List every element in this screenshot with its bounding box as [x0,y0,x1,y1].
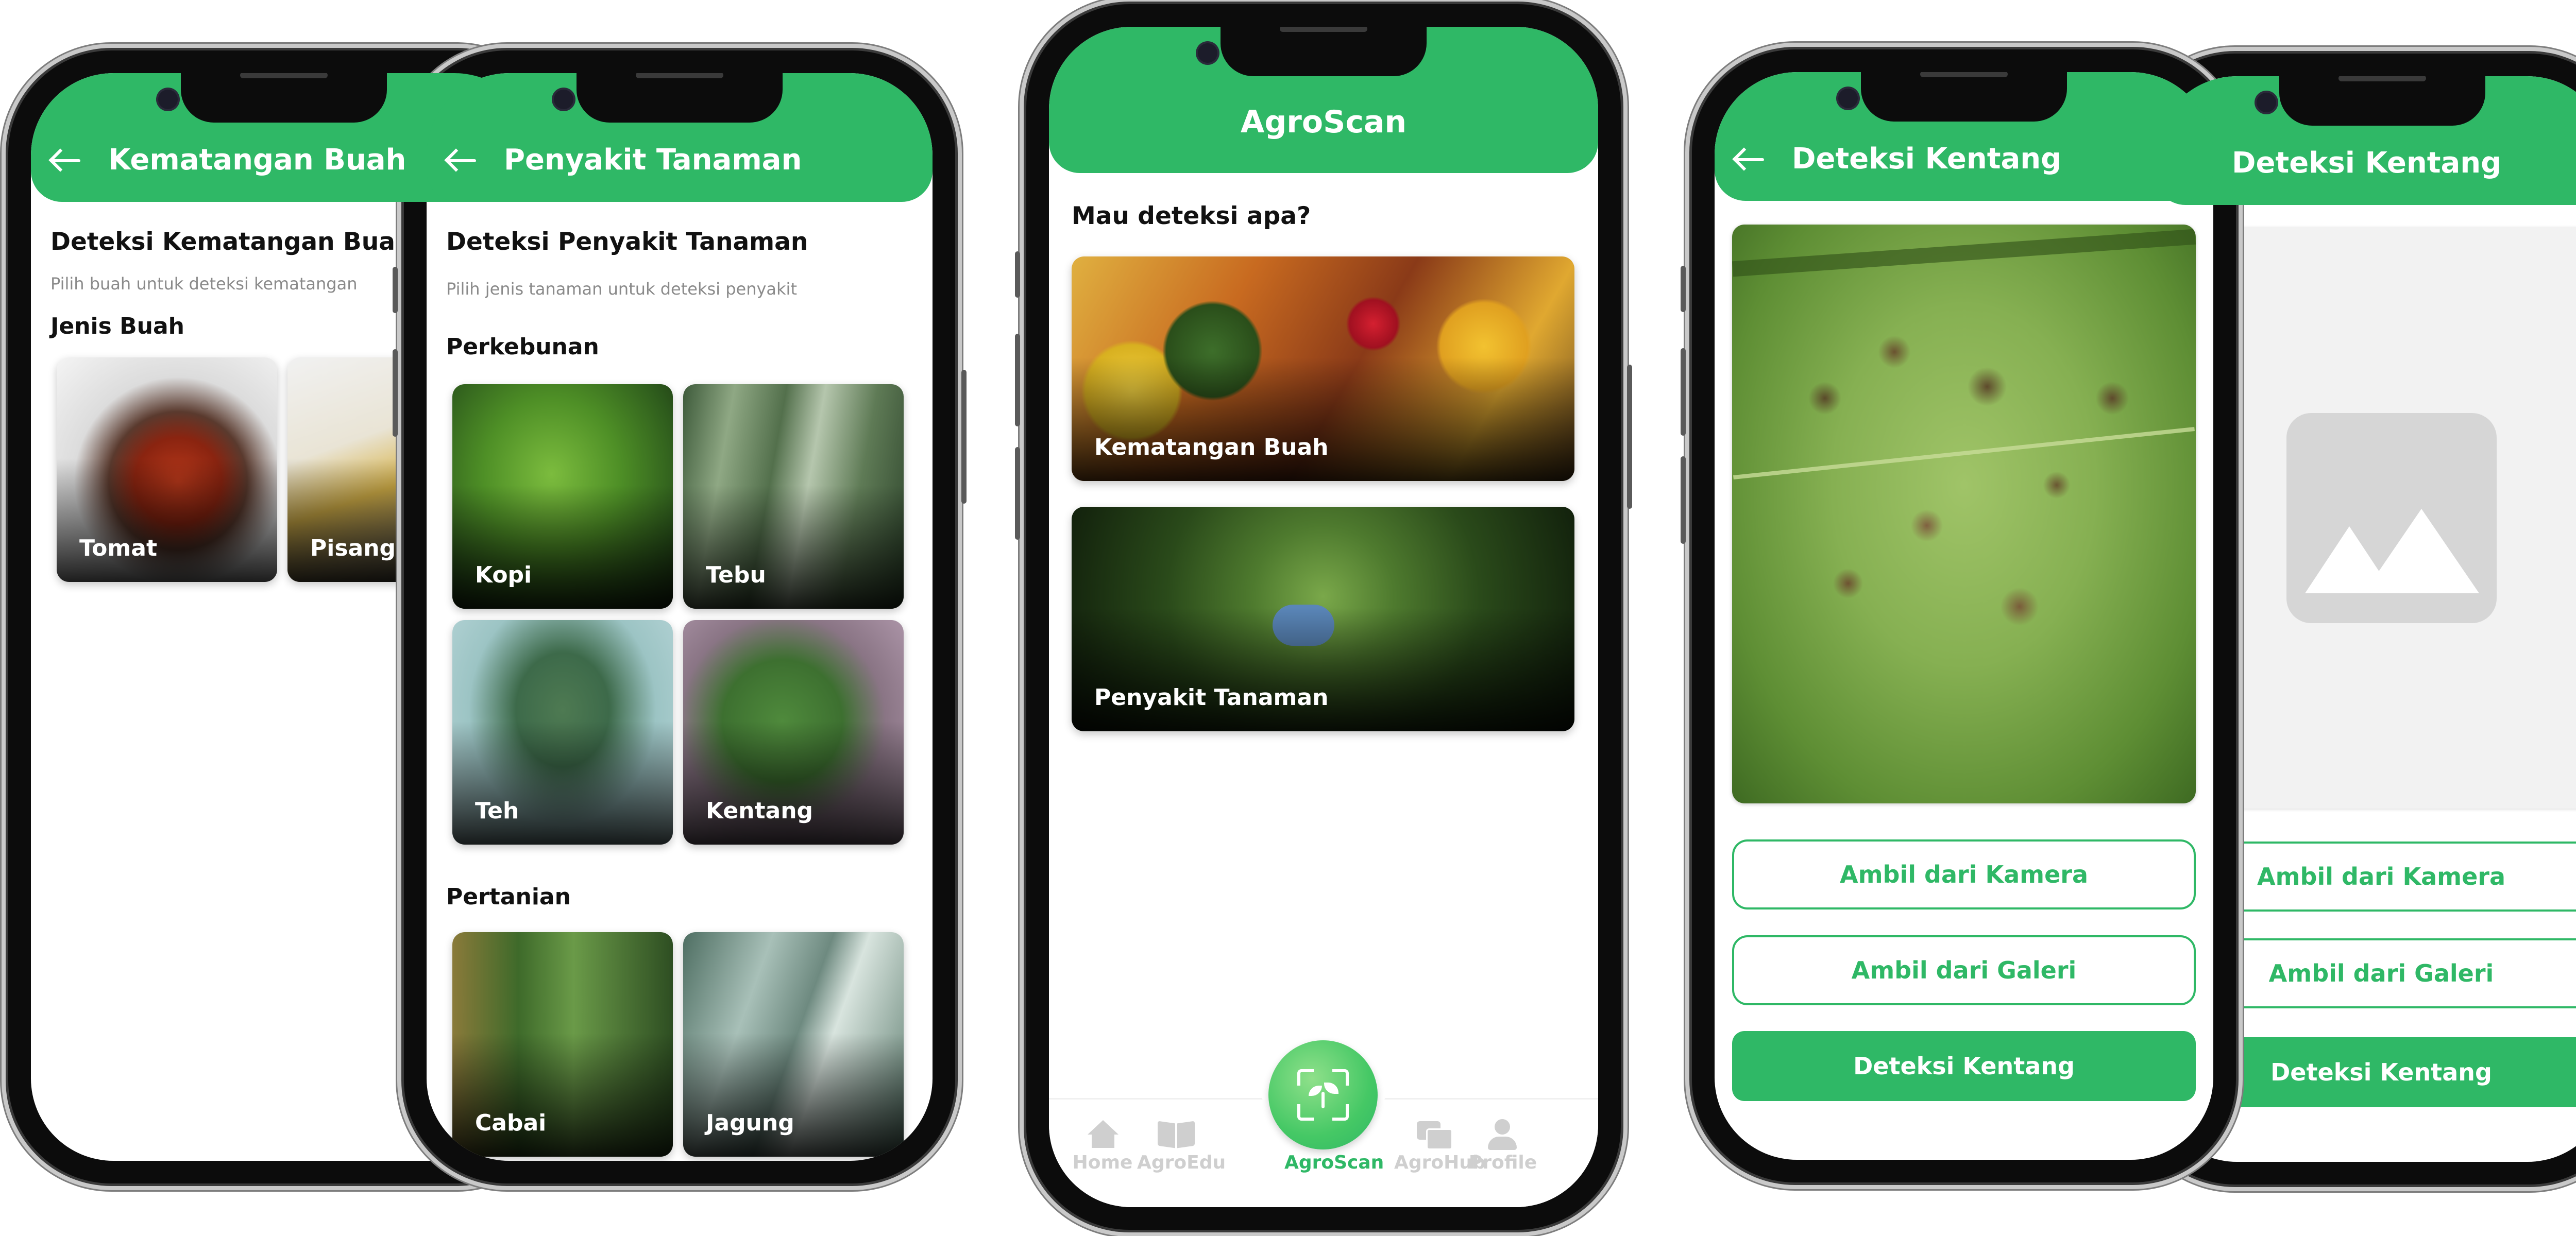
fruit-card-tomat[interactable]: Tomat [57,357,277,582]
nav-item-profile[interactable]: Profile [1464,1116,1541,1173]
card-label: Teh [475,798,519,824]
screen-agroscan: AgroScan Mau deteksi apa? Kematangan Bua… [1049,27,1598,1207]
nav-label: Profile [1468,1152,1537,1173]
page-subtitle: Pilih buah untuk deteksi kematangan [50,274,358,294]
plant-card-teh[interactable]: Teh [452,620,673,845]
nav-item-home[interactable]: Home [1064,1116,1141,1173]
scan-card-plant-disease[interactable]: Penyakit Tanaman [1072,507,1574,731]
camera-button[interactable]: Ambil dari Kamera [1732,839,2196,909]
phone-potato-result: Deteksi Kentang Ambil dari Kamera Ambil … [1681,49,2236,1182]
nav-label: AgroScan [1284,1152,1384,1173]
page-heading: Deteksi Penyakit Tanaman [446,228,808,256]
nav-item-agroedu[interactable]: AgroEdu [1137,1116,1226,1173]
book-icon [1137,1116,1214,1152]
notch [2257,76,2485,126]
notch [1198,27,1427,76]
card-label: Kopi [475,562,532,588]
header-title: Deteksi Kentang [1792,142,2062,176]
nav-item-agrohub[interactable]: AgroHub [1394,1116,1486,1173]
image-placeholder-icon [2286,413,2497,623]
scan-leaf-icon [1297,1069,1349,1121]
section-title-perkebunan: Perkebunan [446,334,599,360]
plant-card-tebu[interactable]: Tebu [683,384,904,609]
question-text: Mau deteksi apa? [1072,202,1311,230]
section-title-fruit-types: Jenis Buah [50,313,185,339]
header-title: Deteksi Kentang [2232,146,2502,180]
notch [554,73,783,123]
nav-label: Home [1072,1152,1133,1173]
plant-card-jagung[interactable]: Jagung [683,932,904,1157]
card-label: Tomat [79,535,157,561]
page-heading: Deteksi Kematangan Buah [50,228,413,256]
card-label: Kematangan Buah [1094,434,1329,460]
screen-plant-disease: Penyakit Tanaman Deteksi Penyakit Tanama… [427,73,933,1161]
user-icon [1464,1116,1541,1152]
detect-button[interactable]: Deteksi Kentang [1732,1031,2196,1101]
arrow-left-icon[interactable] [444,148,476,172]
selected-leaf-image [1732,225,2196,803]
gallery-button[interactable]: Ambil dari Galeri [1732,935,2196,1005]
plant-card-cabai[interactable]: Cabai [452,932,673,1157]
header-title: Penyakit Tanaman [504,143,802,177]
phone-agroscan: AgroScan Mau deteksi apa? Kematangan Bua… [1015,4,1632,1230]
scan-card-fruit-ripeness[interactable]: Kematangan Buah [1072,256,1574,481]
home-icon [1064,1116,1141,1152]
chat-icon [1394,1116,1471,1152]
header-title: Kematangan Buah [108,143,406,177]
plant-card-kopi[interactable]: Kopi [452,384,673,609]
page-subtitle: Pilih jenis tanaman untuk deteksi penyak… [446,279,797,299]
card-label: Cabai [475,1110,547,1136]
card-label: Kentang [706,798,814,824]
nav-label: AgroEdu [1137,1152,1226,1173]
arrow-left-icon[interactable] [48,148,80,172]
card-label: Jagung [706,1110,794,1136]
arrow-left-icon[interactable] [1732,147,1764,171]
notch [1838,72,2067,122]
section-title-pertanian: Pertanian [446,884,571,910]
header-title: AgroScan [1240,104,1407,140]
notch [158,73,387,123]
card-label: Pisang [310,535,396,561]
card-label: Penyakit Tanaman [1094,684,1329,711]
plant-card-kentang[interactable]: Kentang [683,620,904,845]
phone-plant-disease: Penyakit Tanaman Deteksi Penyakit Tanama… [393,50,967,1183]
nav-item-agroscan[interactable]: AgroScan [1284,1116,1384,1173]
card-label: Tebu [706,562,766,588]
screen-potato-result: Deteksi Kentang Ambil dari Kamera Ambil … [1715,72,2213,1160]
nav-label: AgroHub [1394,1152,1486,1173]
